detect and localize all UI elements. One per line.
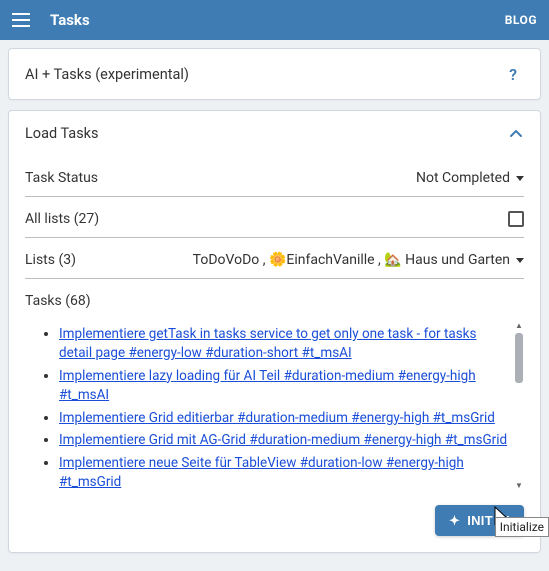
lists-label: Lists (3) — [25, 252, 76, 268]
task-item: Implementiere Grid mit AG-Grid #duration… — [59, 431, 508, 450]
task-link[interactable]: Implementiere Grid editierbar #duration-… — [59, 410, 495, 426]
all-lists-row: All lists (27) — [25, 197, 524, 238]
all-lists-label: All lists (27) — [25, 211, 99, 227]
task-item: Implementiere neue Seite für TableView #… — [59, 454, 508, 491]
lists-text: ToDoVoDo , 🌼EinfachVanille , 🏡 Haus und … — [193, 252, 510, 268]
tasks-scroll-area: Implementiere getTask in tasks service t… — [25, 321, 524, 491]
ai-tasks-card: AI + Tasks (experimental) ? — [8, 48, 541, 100]
task-status-value[interactable]: Not Completed — [416, 170, 524, 186]
task-item: Implementiere lazy loading für AI Teil #… — [59, 367, 508, 405]
caret-down-icon — [516, 258, 524, 263]
task-link[interactable]: Implementiere neue Seite für TableView #… — [59, 455, 464, 490]
menu-icon[interactable] — [12, 8, 36, 32]
task-status-label: Task Status — [25, 170, 98, 186]
sparkle-icon: ✦ — [449, 514, 460, 527]
task-list: Implementiere getTask in tasks service t… — [25, 325, 524, 491]
scrollbar[interactable]: ▲ ▼ — [514, 321, 524, 491]
ai-tasks-header[interactable]: AI + Tasks (experimental) ? — [9, 49, 540, 99]
task-item: Implementiere getTask in tasks service t… — [59, 325, 508, 363]
init-ai-tooltip: Initialize — [495, 517, 549, 537]
page-title: Tasks — [50, 11, 505, 29]
load-tasks-header[interactable]: Load Tasks — [9, 111, 540, 156]
ai-tasks-title: AI + Tasks (experimental) — [25, 66, 189, 83]
chevron-up-icon[interactable] — [508, 126, 524, 142]
load-tasks-title: Load Tasks — [25, 125, 99, 142]
task-status-row[interactable]: Task Status Not Completed — [25, 156, 524, 197]
caret-down-icon — [516, 176, 524, 181]
task-item: Implementiere Grid editierbar #duration-… — [59, 409, 508, 428]
lists-row[interactable]: Lists (3) ToDoVoDo , 🌼EinfachVanille , 🏡… — [25, 238, 524, 279]
task-status-text: Not Completed — [416, 170, 510, 186]
task-link[interactable]: Implementiere lazy loading für AI Teil #… — [59, 368, 476, 403]
task-link[interactable]: Implementiere getTask in tasks service t… — [59, 326, 476, 361]
scroll-thumb[interactable] — [515, 333, 523, 383]
load-tasks-card: Load Tasks Task Status Not Completed All… — [8, 110, 541, 553]
scroll-down-icon[interactable]: ▼ — [515, 481, 523, 491]
tasks-count-label: Tasks (68) — [25, 293, 524, 309]
all-lists-checkbox[interactable] — [508, 211, 524, 227]
help-icon[interactable]: ? — [502, 63, 524, 85]
task-link[interactable]: Implementiere Grid mit AG-Grid #duration… — [59, 432, 507, 448]
lists-value[interactable]: ToDoVoDo , 🌼EinfachVanille , 🏡 Haus und … — [193, 252, 524, 268]
blog-link[interactable]: BLOG — [505, 13, 537, 27]
scroll-up-icon[interactable]: ▲ — [515, 321, 523, 331]
